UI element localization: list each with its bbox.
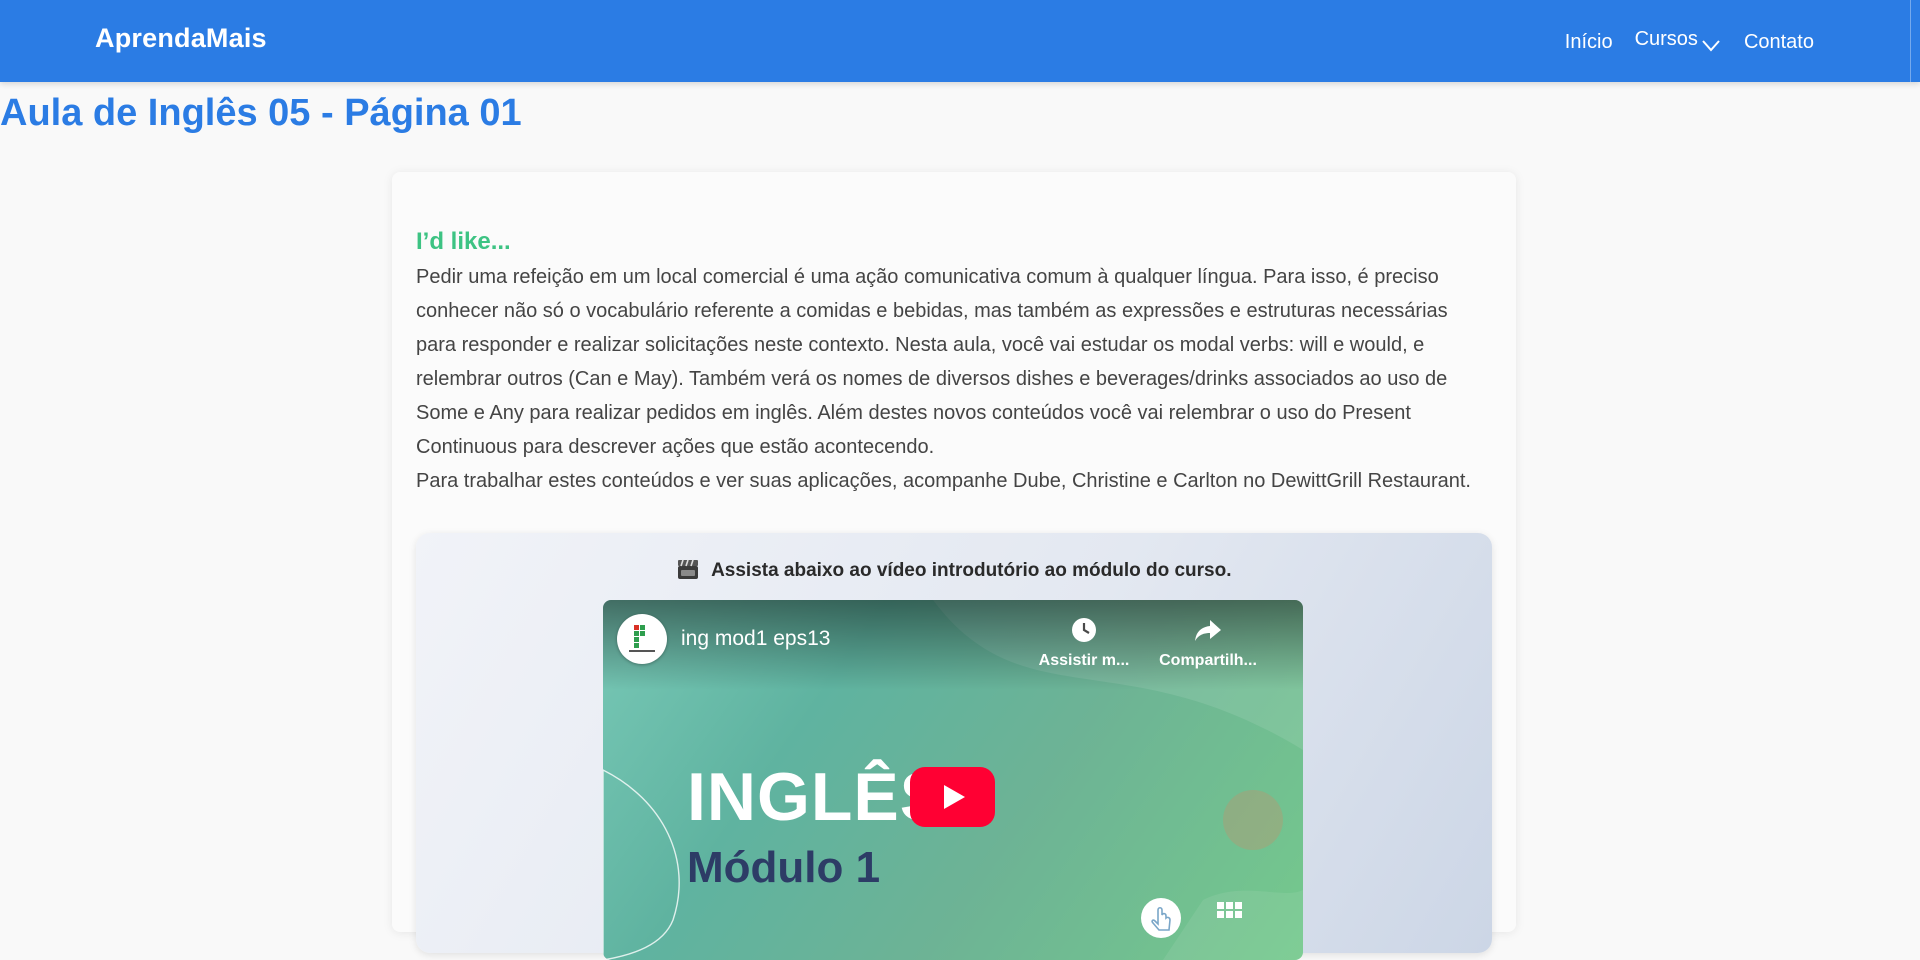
watch-later-button[interactable]: Assistir m...	[1029, 616, 1139, 670]
top-navbar: AprendaMais Início Cursos Contato	[0, 0, 1920, 82]
video-section: Assista abaixo ao vídeo introdutório ao …	[416, 533, 1492, 960]
youtube-play-icon[interactable]	[910, 767, 995, 827]
main-nav: Início Cursos Contato	[1565, 28, 1814, 56]
nav-courses-dropdown[interactable]: Cursos	[1635, 28, 1722, 56]
thumbnail-subtitle: Módulo 1	[687, 843, 881, 892]
lesson-paragraph-1: Pedir uma refeição em um local comercial…	[416, 266, 1448, 458]
lesson-paragraph-2: Para trabalhar estes conteúdos e ver sua…	[416, 470, 1471, 492]
clapper-board-icon	[678, 559, 699, 579]
video-player[interactable]: ing mod1 eps13 Assistir m... Compartilh.…	[603, 600, 1303, 960]
lesson-text: Pedir uma refeição em um local comercial…	[416, 260, 1486, 498]
brand-logo[interactable]: AprendaMais	[95, 23, 267, 54]
share-button[interactable]: Compartilh...	[1153, 616, 1263, 670]
nav-home-link[interactable]: Início	[1565, 31, 1613, 54]
page-title: Aula de Inglês 05 - Página 01	[0, 92, 522, 134]
nav-courses-label: Cursos	[1634, 28, 1698, 50]
video-intro-line: Assista abaixo ao vídeo introdutório ao …	[416, 558, 1492, 582]
share-label: Compartilh...	[1159, 652, 1257, 669]
scrollbar[interactable]	[1910, 0, 1918, 82]
video-title[interactable]: ing mod1 eps13	[681, 627, 830, 651]
pointer-hand-icon	[1141, 898, 1181, 938]
nav-contact-link[interactable]: Contato	[1744, 31, 1814, 54]
institute-logo-mark-icon	[1217, 902, 1242, 918]
chevron-down-icon	[1702, 40, 1720, 52]
institute-logo-icon	[629, 625, 655, 652]
thumbnail-title: INGLÊS	[687, 759, 947, 835]
channel-avatar[interactable]	[617, 614, 667, 664]
share-arrow-icon	[1195, 620, 1221, 641]
lesson-card: I’d like... Pedir uma refeição em um loc…	[392, 172, 1516, 960]
lesson-heading: I’d like...	[416, 228, 511, 255]
video-intro-text: Assista abaixo ao vídeo introdutório ao …	[711, 560, 1232, 581]
clock-icon	[1072, 618, 1096, 642]
watch-later-label: Assistir m...	[1038, 652, 1130, 669]
